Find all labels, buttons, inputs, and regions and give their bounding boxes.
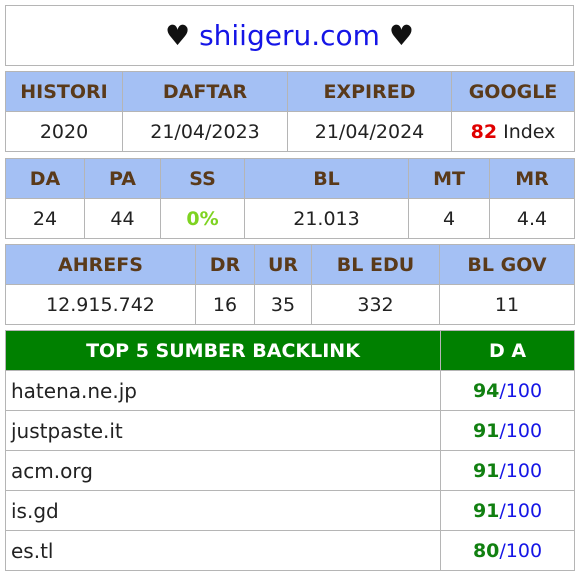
value-ss: 0% [160, 198, 245, 239]
header-pa: PA [84, 158, 161, 199]
header-expired: EXPIRED [287, 71, 452, 112]
value-bl: 21.013 [244, 198, 409, 239]
header-bl-gov: BL GOV [439, 244, 575, 285]
backlink-table: TOP 5 SUMBER BACKLINK D A hatena.ne.jp 9… [5, 330, 575, 571]
backlink-da: 80/100 [440, 530, 575, 571]
value-expired: 21/04/2024 [287, 111, 452, 152]
heart-icon: ♥ [165, 19, 191, 52]
header-ur: UR [254, 244, 312, 285]
header-bl-edu: BL EDU [311, 244, 440, 285]
value-ahrefs: 12.915.742 [5, 284, 196, 325]
backlink-max: /100 [499, 459, 543, 482]
header-google: GOOGLE [451, 71, 575, 112]
backlink-score: 91 [472, 419, 500, 442]
table-row: acm.org 91/100 [5, 450, 575, 491]
backlink-da: 94/100 [440, 370, 575, 411]
title-box: ♥ shiigeru.com ♥ [5, 5, 574, 66]
table-row: is.gd 91/100 [5, 490, 575, 531]
backlink-site: acm.org [5, 450, 441, 491]
header-mr: MR [489, 158, 575, 199]
backlink-max: /100 [499, 499, 543, 522]
backlink-score: 80 [472, 539, 500, 562]
value-mr: 4.4 [489, 198, 575, 239]
backlink-site: hatena.ne.jp [5, 370, 441, 411]
table-row: es.tl 80/100 [5, 530, 575, 571]
domain-title[interactable]: shiigeru.com [199, 19, 380, 52]
header-ss: SS [160, 158, 245, 199]
backlink-max: /100 [499, 539, 543, 562]
value-bl-edu: 332 [311, 284, 440, 325]
metrics-table: DA PA SS BL MT MR 24 44 0% 21.013 4 4.4 [5, 158, 575, 239]
backlink-site: justpaste.it [5, 410, 441, 451]
backlink-score: 91 [472, 459, 500, 482]
header-bl: BL [244, 158, 409, 199]
table-row: justpaste.it 91/100 [5, 410, 575, 451]
backlink-da: 91/100 [440, 450, 575, 491]
header-mt: MT [408, 158, 490, 199]
header-da: DA [5, 158, 85, 199]
value-pa: 44 [84, 198, 161, 239]
google-index-label: Index [503, 120, 556, 143]
title-cell: ♥ shiigeru.com ♥ [5, 5, 574, 66]
google-index-count: 82 [470, 120, 498, 143]
header-backlink-da: D A [440, 330, 575, 371]
header-daftar: DAFTAR [122, 71, 288, 112]
value-bl-gov: 11 [439, 284, 575, 325]
header-ahrefs: AHREFS [5, 244, 196, 285]
value-google: 82 Index [451, 111, 575, 152]
registration-table: HISTORI DAFTAR EXPIRED GOOGLE 2020 21/04… [5, 71, 575, 152]
backlink-max: /100 [499, 419, 543, 442]
backlink-score: 94 [472, 379, 500, 402]
value-mt: 4 [408, 198, 490, 239]
value-ur: 35 [254, 284, 312, 325]
value-da: 24 [5, 198, 85, 239]
header-backlink-source: TOP 5 SUMBER BACKLINK [5, 330, 441, 371]
ahrefs-table: AHREFS DR UR BL EDU BL GOV 12.915.742 16… [5, 244, 575, 325]
backlink-site: is.gd [5, 490, 441, 531]
value-histori: 2020 [5, 111, 123, 152]
header-dr: DR [195, 244, 255, 285]
backlink-score: 91 [472, 499, 500, 522]
table-row: hatena.ne.jp 94/100 [5, 370, 575, 411]
value-dr: 16 [195, 284, 255, 325]
heart-icon: ♥ [388, 19, 414, 52]
header-histori: HISTORI [5, 71, 123, 112]
value-daftar: 21/04/2023 [122, 111, 288, 152]
backlink-da: 91/100 [440, 490, 575, 531]
backlink-max: /100 [499, 379, 543, 402]
backlink-da: 91/100 [440, 410, 575, 451]
backlink-site: es.tl [5, 530, 441, 571]
